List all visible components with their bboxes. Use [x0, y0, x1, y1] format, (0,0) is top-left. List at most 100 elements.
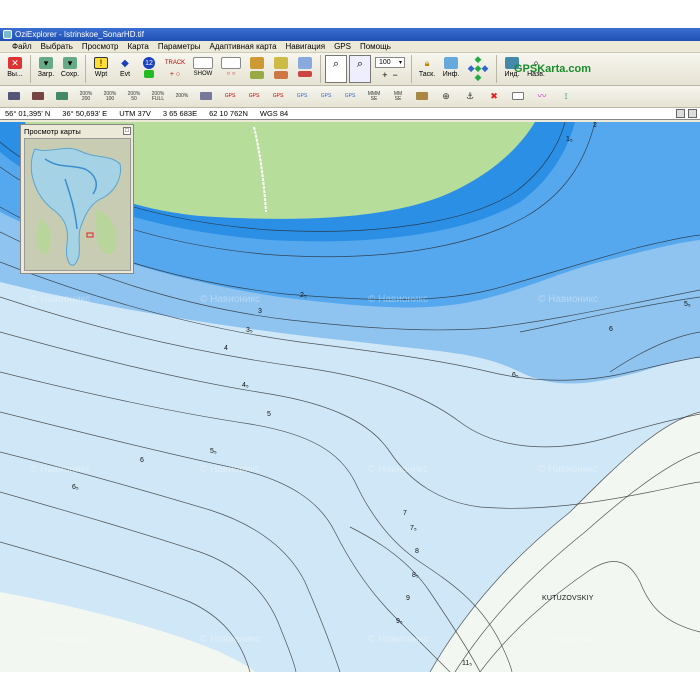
close-icon[interactable]: □ [123, 127, 131, 135]
chart-icon [512, 92, 524, 100]
gps-button-3[interactable]: GPS [268, 88, 288, 106]
count-badge-icon: 12 [143, 57, 155, 69]
save-disk-icon[interactable] [688, 109, 697, 118]
depth-label: 8 [415, 548, 419, 555]
waypoint-count-button[interactable]: 12 [138, 55, 160, 83]
zoom-window-button[interactable]: ⌕ [349, 55, 371, 83]
watermark: © Навионикс [30, 634, 90, 645]
task-button[interactable]: 🔒︎ Таск. [416, 55, 438, 83]
target-button[interactable]: ⊕ [436, 88, 456, 106]
utm-zone-readout: UTM 37V [119, 109, 151, 118]
exit-button[interactable]: ✕ Вы... [4, 55, 26, 83]
layers-stack-icon [274, 71, 288, 79]
event-button[interactable]: ◆ Evt [114, 55, 136, 83]
save-button[interactable]: ▾ Сохр. [59, 55, 81, 83]
watermark: © Навионикс [538, 464, 598, 475]
menu-map[interactable]: Карта [127, 42, 148, 51]
coordinate-bar: 56° 01,395' N 36° 50,693' E UTM 37V 3 65… [0, 108, 700, 120]
antenna-icon: ⟟ [564, 91, 568, 101]
menu-settings[interactable]: Параметры [158, 42, 201, 51]
layers-button[interactable] [270, 55, 292, 83]
graph-button[interactable]: 〰 [532, 88, 552, 106]
print-icon[interactable] [676, 109, 685, 118]
grid-button[interactable] [246, 55, 268, 83]
load-button[interactable]: ▾ Загр. [35, 55, 57, 83]
brand-logo-text[interactable]: GPSKarta.com [514, 63, 591, 75]
toolbar-separator [85, 55, 86, 83]
depth-label: 6₅ [72, 484, 79, 491]
waypoint-button[interactable]: ! Wpt [90, 55, 112, 83]
gps-button-5[interactable]: GPS [316, 88, 336, 106]
gps-button-6[interactable]: GPS [340, 88, 360, 106]
gps-2-icon: GPS [248, 93, 260, 99]
gps-map-icon [200, 92, 212, 100]
gps-4-icon: GPS [296, 93, 308, 99]
watermark: © Навионикс [30, 294, 90, 305]
watermark: © Навионикс [538, 294, 598, 305]
antenna-button[interactable]: ⟟ [556, 88, 576, 106]
depth-label: 5₅ [684, 301, 691, 308]
zoom-200-button[interactable]: 200% 200 [76, 88, 96, 106]
mmse-button-1[interactable]: MMM SE [364, 88, 384, 106]
map-list-button[interactable] [52, 88, 72, 106]
overview-minimap[interactable] [24, 138, 131, 271]
mmse-button-2[interactable]: MM SE [388, 88, 408, 106]
zoom-50-button[interactable]: 200% 50 [124, 88, 144, 106]
scan-tool-button[interactable] [28, 88, 48, 106]
anchor-button[interactable]: ⚓︎ [460, 88, 480, 106]
menu-select[interactable]: Выбрать [41, 42, 73, 51]
zoom-full-button[interactable]: 200% FULL [148, 88, 168, 106]
map-tools-icon [298, 57, 312, 69]
menu-navigation[interactable]: Навигация [286, 42, 326, 51]
pan-arrows-button[interactable]: ◆ ◆◆◆ ◆ [464, 55, 492, 83]
overview-title-bar: Просмотр карты □ [21, 125, 133, 137]
depth-label: 7 [403, 510, 407, 517]
depth-label: 6₅ [512, 372, 519, 379]
menu-bar: Файл Выбрать Просмотр Карта Параметры Ад… [0, 41, 700, 53]
gps-6-icon: GPS [344, 93, 356, 99]
main-toolbar: ✕ Вы... ▾ Загр. ▾ Сохр. ! Wpt ◆ Evt 12 T… [0, 53, 700, 86]
menu-view[interactable]: Просмотр [82, 42, 119, 51]
menu-gps[interactable]: GPS [334, 42, 351, 51]
depth-label: 5₅ [210, 448, 217, 455]
measure-tool-button[interactable] [4, 88, 24, 106]
app-icon [3, 30, 12, 39]
gps-button-4[interactable]: GPS [292, 88, 312, 106]
track-button[interactable]: TRACK + ○ [162, 55, 188, 83]
pan-arrows-icon: ◆ ◆◆◆ ◆ [467, 54, 489, 82]
green-box-icon [144, 70, 154, 78]
depth-label: 2₅ [300, 292, 307, 299]
zoom-select[interactable]: 100 ▾ [375, 57, 405, 68]
route-icon [221, 57, 241, 69]
menu-help[interactable]: Помощь [360, 42, 391, 51]
pen-tool-button[interactable] [412, 88, 432, 106]
gps-map-button[interactable] [196, 88, 216, 106]
exit-icon: ✕ [8, 57, 22, 69]
scan-icon [32, 92, 44, 100]
gps-button-2[interactable]: GPS [244, 88, 264, 106]
watermark: © Навионикс [538, 634, 598, 645]
zoom-tool-button[interactable]: ⌕ [325, 55, 347, 83]
chart-button[interactable] [508, 88, 528, 106]
zoom-plus-minus[interactable]: + − [382, 70, 398, 80]
stop-button[interactable]: ✖ [484, 88, 504, 106]
info-button[interactable]: Инф. [440, 55, 462, 83]
pen-icon [416, 92, 428, 100]
place-label: KUTUZOVSKIY [542, 595, 594, 602]
menu-file[interactable]: Файл [12, 42, 32, 51]
gps-button-1[interactable]: GPS [220, 88, 240, 106]
zoom-100-button[interactable]: 200% 100 [100, 88, 120, 106]
show-track-button[interactable]: SHOW [190, 55, 216, 83]
stop-icon: ✖ [490, 91, 498, 101]
menu-adaptive-map[interactable]: Адаптивная карта [210, 42, 277, 51]
overview-panel[interactable]: Просмотр карты □ [20, 124, 134, 274]
depth-label: 3₅ [246, 327, 253, 334]
depth-label: 3 [258, 308, 262, 315]
chevron-down-icon: ▾ [398, 60, 402, 66]
zoom-fit-button[interactable]: 200% [172, 88, 192, 106]
zoom-window-icon: ⌕ [356, 57, 364, 70]
plus-circle-icon: + ○ [169, 71, 181, 78]
route-button[interactable]: ○ ○ [218, 55, 244, 83]
map-tools-button[interactable] [294, 55, 316, 83]
layers-icon [274, 57, 288, 69]
